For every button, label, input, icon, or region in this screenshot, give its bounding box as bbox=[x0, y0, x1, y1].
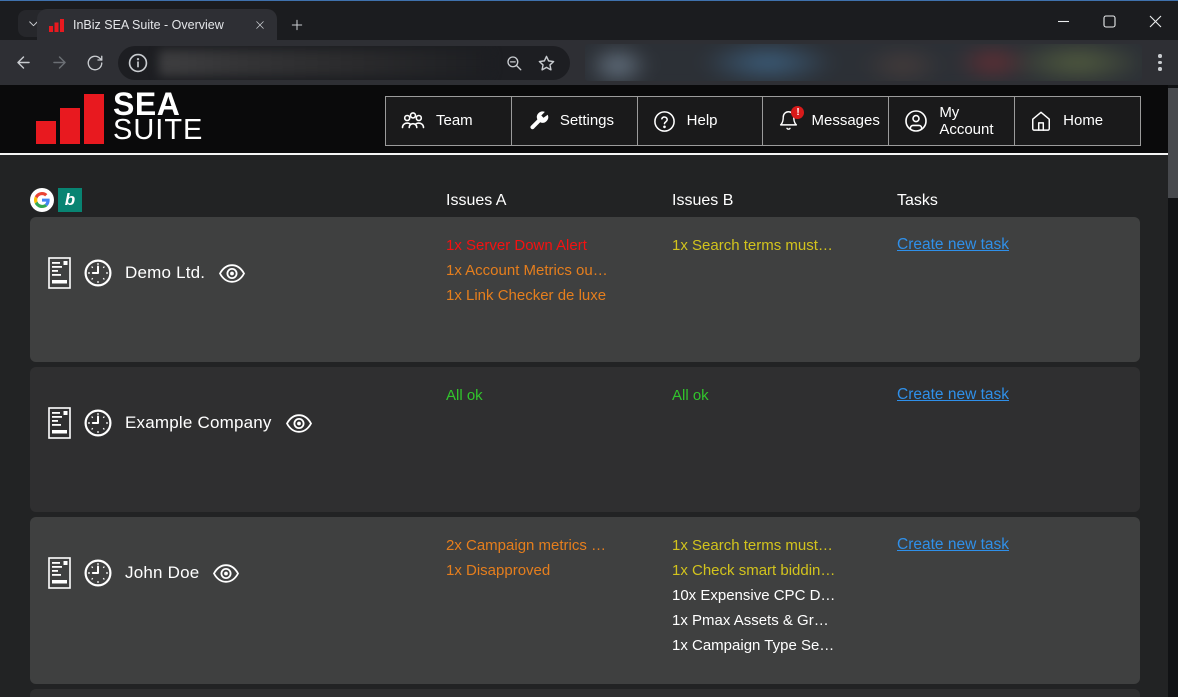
messages-alert-badge: ! bbox=[791, 106, 804, 119]
issues-a-cell: 2x Campaign metrics …1x Disapproved bbox=[446, 517, 672, 684]
column-header-issues-b: Issues B bbox=[672, 155, 897, 217]
logo-bars-icon bbox=[36, 94, 106, 144]
tasks-cell: Create new task bbox=[897, 217, 1140, 362]
window-controls bbox=[1040, 2, 1178, 41]
bing-icon[interactable]: b bbox=[58, 188, 82, 212]
site-header: SEA SUITE Team Settings bbox=[0, 85, 1168, 153]
client-rows: Demo Ltd. 1x Server Down Alert1x Account… bbox=[30, 217, 1140, 697]
nav-messages-label: Messages bbox=[811, 112, 879, 129]
report-icon[interactable] bbox=[48, 257, 71, 289]
issue-item: 1x Server Down Alert bbox=[446, 233, 662, 258]
nav-help-label: Help bbox=[687, 112, 718, 129]
nav-my-account-button[interactable]: My Account bbox=[888, 96, 1015, 146]
nav-home-label: Home bbox=[1063, 112, 1103, 129]
page-info-icon[interactable] bbox=[127, 52, 149, 74]
issue-item: 2x Campaign metrics … bbox=[446, 533, 662, 558]
clock-icon[interactable] bbox=[84, 259, 112, 287]
issue-item: 1x Link Checker de luxe bbox=[446, 283, 662, 308]
client-row: Example Company All ok All ok Create new… bbox=[30, 367, 1140, 512]
client-name: Example Company bbox=[125, 413, 272, 433]
column-header-tasks: Tasks bbox=[897, 155, 1140, 217]
client-cell: Demo Ltd. bbox=[30, 217, 446, 362]
nav-home-button[interactable]: Home bbox=[1014, 96, 1141, 146]
issue-item: All ok bbox=[446, 383, 662, 408]
tasks-cell: Create new task bbox=[897, 367, 1140, 512]
create-new-task-link[interactable]: Create new task bbox=[897, 533, 1009, 557]
url-text-redacted bbox=[159, 50, 491, 76]
browser-menu-button[interactable] bbox=[1147, 46, 1173, 79]
clock-icon[interactable] bbox=[84, 559, 112, 587]
issue-item: All ok bbox=[672, 383, 887, 408]
sea-suite-logo[interactable]: SEA SUITE bbox=[36, 92, 203, 144]
report-icon[interactable] bbox=[48, 557, 71, 589]
maximize-button[interactable] bbox=[1086, 2, 1132, 41]
issues-a-cell: All ok bbox=[446, 367, 672, 512]
forward-button[interactable] bbox=[43, 46, 76, 79]
client-row: Demo Ltd. 1x Server Down Alert1x Account… bbox=[30, 217, 1140, 362]
zoom-icon[interactable] bbox=[505, 54, 523, 72]
nav-team-button[interactable]: Team bbox=[385, 96, 512, 146]
client-name: John Doe bbox=[125, 563, 199, 583]
issues-a-cell: 1x Server Down Alert1x Account Metrics o… bbox=[446, 217, 672, 362]
close-window-button[interactable] bbox=[1132, 2, 1178, 41]
wrench-icon bbox=[527, 110, 549, 132]
nav-messages-button[interactable]: ! Messages bbox=[762, 96, 889, 146]
team-icon bbox=[401, 110, 425, 132]
tasks-cell: Create new task bbox=[897, 517, 1140, 684]
issue-item: 1x Account Metrics ou… bbox=[446, 258, 662, 283]
nav-settings-button[interactable]: Settings bbox=[511, 96, 638, 146]
nav-help-button[interactable]: Help bbox=[637, 96, 764, 146]
scrollbar-thumb[interactable] bbox=[1168, 88, 1178, 198]
column-header-issues-a: Issues A bbox=[446, 155, 672, 217]
help-icon bbox=[653, 110, 676, 133]
client-name: Demo Ltd. bbox=[125, 263, 205, 283]
tab-title: InBiz SEA Suite - Overview bbox=[73, 18, 251, 32]
nav-team-label: Team bbox=[436, 112, 473, 129]
back-button[interactable] bbox=[7, 46, 40, 79]
overview-page: b Issues A Issues B Tasks bbox=[0, 155, 1168, 697]
issues-b-cell: 1x Search terms must…1x Check smart bidd… bbox=[672, 517, 897, 684]
report-icon[interactable] bbox=[48, 407, 71, 439]
browser-toolbar bbox=[0, 40, 1178, 85]
client-row-partial bbox=[30, 689, 1140, 697]
browser-tab[interactable]: InBiz SEA Suite - Overview bbox=[37, 9, 277, 41]
logo-text-suite: SUITE bbox=[113, 117, 203, 144]
issues-b-cell: All ok bbox=[672, 367, 897, 512]
tab-close-icon[interactable] bbox=[251, 16, 269, 34]
client-cell: John Doe bbox=[30, 517, 446, 684]
new-tab-button[interactable] bbox=[284, 12, 310, 38]
issue-item: 1x Campaign Type Se… bbox=[672, 633, 887, 658]
nav-my-account-label: My Account bbox=[939, 104, 1005, 139]
address-bar[interactable] bbox=[118, 46, 570, 80]
bookmark-star-icon[interactable] bbox=[537, 54, 556, 73]
clock-icon[interactable] bbox=[84, 409, 112, 437]
issue-item: 1x Search terms must… bbox=[672, 533, 887, 558]
eye-icon[interactable] bbox=[212, 564, 240, 583]
browser-window: InBiz SEA Suite - Overview bbox=[0, 0, 1178, 697]
nav-settings-label: Settings bbox=[560, 112, 614, 129]
home-icon bbox=[1030, 110, 1052, 132]
account-icon bbox=[904, 109, 928, 133]
issue-item: 10x Expensive CPC D… bbox=[672, 583, 887, 608]
issue-item: 1x Check smart biddin… bbox=[672, 558, 887, 583]
issue-item: 1x Search terms must… bbox=[672, 233, 887, 258]
eye-icon[interactable] bbox=[285, 414, 313, 433]
google-icon[interactable] bbox=[30, 188, 54, 212]
create-new-task-link[interactable]: Create new task bbox=[897, 233, 1009, 257]
main-nav: Team Settings Help bbox=[385, 96, 1141, 146]
client-cell: Example Company bbox=[30, 367, 446, 512]
issues-b-cell: 1x Search terms must… bbox=[672, 217, 897, 362]
tab-strip: InBiz SEA Suite - Overview bbox=[0, 0, 1178, 40]
table-header: b Issues A Issues B Tasks bbox=[30, 155, 1140, 217]
client-row: John Doe 2x Campaign metrics …1x Disappr… bbox=[30, 517, 1140, 684]
minimize-button[interactable] bbox=[1040, 2, 1086, 41]
eye-icon[interactable] bbox=[218, 264, 246, 283]
create-new-task-link[interactable]: Create new task bbox=[897, 383, 1009, 407]
issue-item: 1x Pmax Assets & Gr… bbox=[672, 608, 887, 633]
reload-button[interactable] bbox=[78, 46, 111, 79]
issue-item: 1x Disapproved bbox=[446, 558, 662, 583]
site-favicon bbox=[49, 19, 64, 32]
page-scrollbar[interactable] bbox=[1168, 85, 1178, 697]
extensions-area-redacted bbox=[585, 44, 1142, 81]
